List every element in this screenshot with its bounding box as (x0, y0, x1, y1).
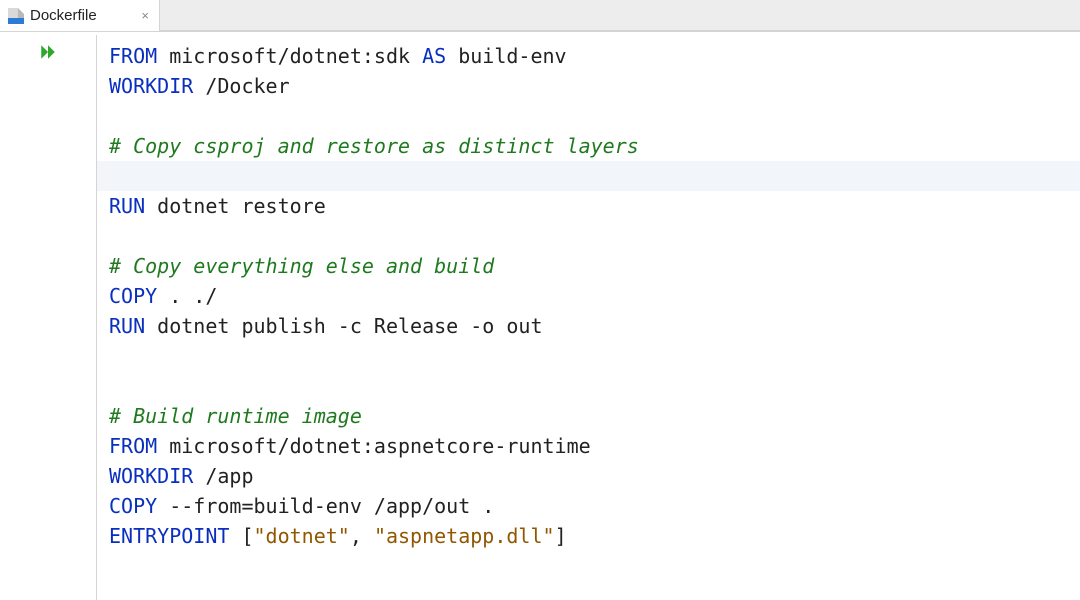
code-line: RUN dotnet publish -c Release -o out (109, 311, 1080, 341)
code-content: FROM microsoft/dotnet:sdk AS build-envWO… (109, 41, 1080, 551)
code-area[interactable]: FROM microsoft/dotnet:sdk AS build-envWO… (96, 35, 1080, 600)
code-line: FROM microsoft/dotnet:aspnetcore-runtime (109, 431, 1080, 461)
tab-bar-empty (160, 0, 1080, 31)
gutter (0, 35, 96, 600)
close-icon[interactable]: × (141, 8, 149, 23)
code-line (109, 161, 1080, 191)
code-line: FROM microsoft/dotnet:sdk AS build-env (109, 41, 1080, 71)
editor: FROM microsoft/dotnet:sdk AS build-envWO… (0, 35, 1080, 600)
tab-label: Dockerfile (30, 7, 97, 24)
code-line: WORKDIR /app (109, 461, 1080, 491)
tab-dockerfile[interactable]: Dockerfile × (0, 0, 160, 31)
code-line: RUN dotnet restore (109, 191, 1080, 221)
code-line (109, 221, 1080, 251)
dockerfile-icon (8, 8, 24, 24)
code-line (109, 371, 1080, 401)
code-line: ENTRYPOINT ["dotnet", "aspnetapp.dll"] (109, 521, 1080, 551)
code-line (109, 341, 1080, 371)
tab-bar: Dockerfile × (0, 0, 1080, 32)
code-line: WORKDIR /Docker (109, 71, 1080, 101)
code-line (109, 101, 1080, 131)
run-icon[interactable] (39, 43, 57, 66)
code-line: COPY . ./ (109, 281, 1080, 311)
code-line: COPY --from=build-env /app/out . (109, 491, 1080, 521)
code-line: # Copy csproj and restore as distinct la… (109, 131, 1080, 161)
code-line: # Build runtime image (109, 401, 1080, 431)
code-line: # Copy everything else and build (109, 251, 1080, 281)
